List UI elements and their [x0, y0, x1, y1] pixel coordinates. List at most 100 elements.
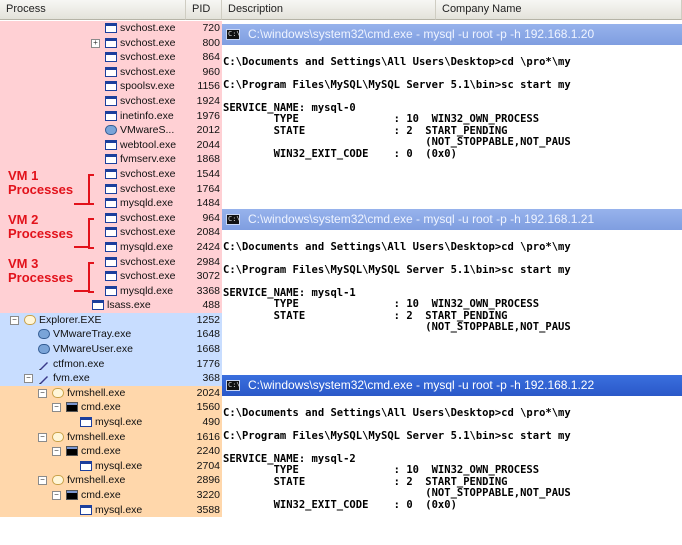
process-row[interactable]: spoolsv.exe 1156	[0, 79, 226, 94]
collapse-icon[interactable]: −	[10, 315, 19, 325]
process-row[interactable]: svchost.exe 720	[0, 21, 226, 36]
process-row[interactable]: svchost.exe 864	[0, 50, 226, 65]
window-icon	[105, 37, 117, 48]
column-header-company[interactable]: Company Name	[436, 0, 682, 20]
console-line: TYPE : 10 WIN32_OWN_PROCESS	[223, 299, 540, 310]
process-pid: 2084	[196, 226, 220, 239]
collapse-icon[interactable]: −	[52, 403, 61, 413]
column-header-process[interactable]: Process	[0, 0, 186, 20]
expand-icon[interactable]: +	[91, 38, 100, 48]
process-row[interactable]: mysqld.exe 3368	[0, 283, 226, 299]
process-row[interactable]: − Explorer.EXE 1252	[0, 312, 226, 328]
process-row[interactable]: fvmserv.exe 1868	[0, 152, 226, 167]
window-icon	[105, 183, 117, 194]
console-line: SERVICE_NAME: mysql-2	[223, 453, 356, 465]
collapse-icon[interactable]: −	[52, 447, 61, 457]
cmd-window-title: C:\windows\system32\cmd.exe - mysql -u r…	[248, 27, 595, 41]
window-icon	[105, 212, 117, 223]
cmd-window[interactable]: C:\ C:\windows\system32\cmd.exe - mysql -…	[222, 209, 682, 375]
process-pid: 2012	[196, 124, 220, 137]
process-name-cell	[0, 458, 186, 474]
process-pid: 1776	[196, 357, 220, 370]
process-row[interactable]: − cmd.exe 1560	[0, 400, 226, 416]
process-row[interactable]: − fvmshell.exe 1616	[0, 429, 226, 445]
console-line: STATE : 2 START_PENDING	[223, 310, 508, 322]
process-pid: 2024	[196, 386, 220, 399]
process-row[interactable]: + svchost.exe 800	[0, 35, 226, 51]
process-name: spoolsv.exe	[120, 80, 175, 93]
collapse-icon[interactable]: −	[38, 432, 47, 442]
console-icon	[66, 490, 78, 500]
process-row[interactable]: inetinfo.exe 1976	[0, 108, 226, 124]
vm-label-caption: Processes	[8, 269, 74, 285]
process-row[interactable]: mysql.exe 490	[0, 415, 226, 430]
console-icon: C:\	[226, 214, 241, 225]
process-name: svchost.exe	[120, 226, 176, 239]
process-pid: 1648	[196, 328, 220, 341]
collapse-icon[interactable]: −	[52, 491, 61, 500]
process-row[interactable]: − fvmshell.exe 2896	[0, 473, 226, 488]
vm-label-title: VM 3	[8, 255, 39, 271]
process-row[interactable]: VMwareTray.exe 1648	[0, 327, 226, 343]
process-name: mysql.exe	[95, 416, 143, 429]
collapse-icon[interactable]: −	[38, 476, 47, 486]
vm-bracket-tick	[74, 246, 88, 249]
process-row[interactable]: lsass.exe 488	[0, 298, 226, 313]
process-pid: 2424	[196, 240, 220, 253]
process-name: VMwareUser.exe	[53, 343, 133, 356]
vm-label: VM 3 Processes	[8, 255, 74, 285]
process-pid: 1868	[196, 153, 220, 166]
console-output[interactable]: C:\Documents and Settings\All Users\Desk…	[222, 45, 682, 160]
window-icon	[105, 110, 117, 121]
process-row[interactable]: mysqld.exe 2424	[0, 239, 226, 255]
process-pid: 1764	[196, 182, 220, 195]
process-row[interactable]: webtool.exe 2044	[0, 137, 226, 153]
console-line: SERVICE_NAME: mysql-1	[223, 287, 356, 299]
process-row[interactable]: VMwareUser.exe 1668	[0, 342, 226, 357]
process-name: Explorer.EXE	[39, 313, 102, 326]
console-line: C:\Program Files\MySQL\MySQL Server 5.1\…	[223, 264, 571, 276]
process-row[interactable]: VMwareS... 2012	[0, 123, 226, 138]
program-icon	[38, 359, 50, 370]
cmd-window-titlebar[interactable]: C:\ C:\windows\system32\cmd.exe - mysql -…	[222, 24, 682, 45]
cmd-window[interactable]: C:\ C:\windows\system32\cmd.exe - mysql -…	[222, 375, 682, 545]
console-line: C:\Program Files\MySQL\MySQL Server 5.1\…	[223, 79, 571, 91]
process-row[interactable]: mysql.exe 3588	[0, 502, 226, 518]
process-row[interactable]: − cmd.exe 2240	[0, 444, 226, 459]
process-name: svchost.exe	[120, 167, 176, 180]
program-icon	[38, 373, 50, 385]
cmd-window[interactable]: C:\ C:\windows\system32\cmd.exe - mysql -…	[222, 24, 682, 209]
column-header-description[interactable]: Description	[222, 0, 436, 20]
window-icon	[105, 23, 117, 33]
window-icon	[105, 241, 117, 252]
process-name: fvmshell.exe	[67, 474, 126, 487]
console-output[interactable]: C:\Documents and Settings\All Users\Desk…	[222, 230, 682, 334]
process-row[interactable]: ctfmon.exe 1776	[0, 356, 226, 372]
process-row[interactable]: svchost.exe 960	[0, 64, 226, 80]
cmd-window-titlebar[interactable]: C:\ C:\windows\system32\cmd.exe - mysql -…	[222, 375, 682, 396]
process-pid: 1976	[196, 109, 220, 122]
process-pid: 1484	[196, 197, 220, 210]
process-row[interactable]: mysql.exe 2704	[0, 458, 226, 474]
collapse-icon[interactable]: −	[38, 388, 47, 398]
console-line: SERVICE_NAME: mysql-0	[223, 102, 356, 114]
column-header-pid[interactable]: PID	[186, 0, 222, 20]
process-name: fvmshell.exe	[67, 386, 126, 399]
collapse-icon[interactable]: −	[24, 374, 33, 384]
process-row[interactable]: − cmd.exe 3220	[0, 488, 226, 503]
process-name: mysql.exe	[95, 503, 143, 516]
vm-bracket-tick	[74, 202, 88, 205]
process-pid: 3220	[196, 489, 220, 501]
process-pid: 2704	[196, 459, 220, 472]
process-row[interactable]: − fvm.exe 368	[0, 371, 226, 386]
console-output[interactable]: C:\Documents and Settings\All Users\Desk…	[222, 396, 682, 511]
process-row[interactable]: − fvmshell.exe 2024	[0, 385, 226, 401]
shell-icon	[52, 431, 64, 442]
process-row[interactable]: svchost.exe 1924	[0, 93, 226, 109]
vm-label: VM 1 Processes	[8, 169, 73, 197]
cmd-window-titlebar[interactable]: C:\ C:\windows\system32\cmd.exe - mysql -…	[222, 209, 682, 230]
vm-label-title: VM 2	[8, 212, 39, 228]
process-row[interactable]: mysqld.exe 1484	[0, 196, 226, 211]
